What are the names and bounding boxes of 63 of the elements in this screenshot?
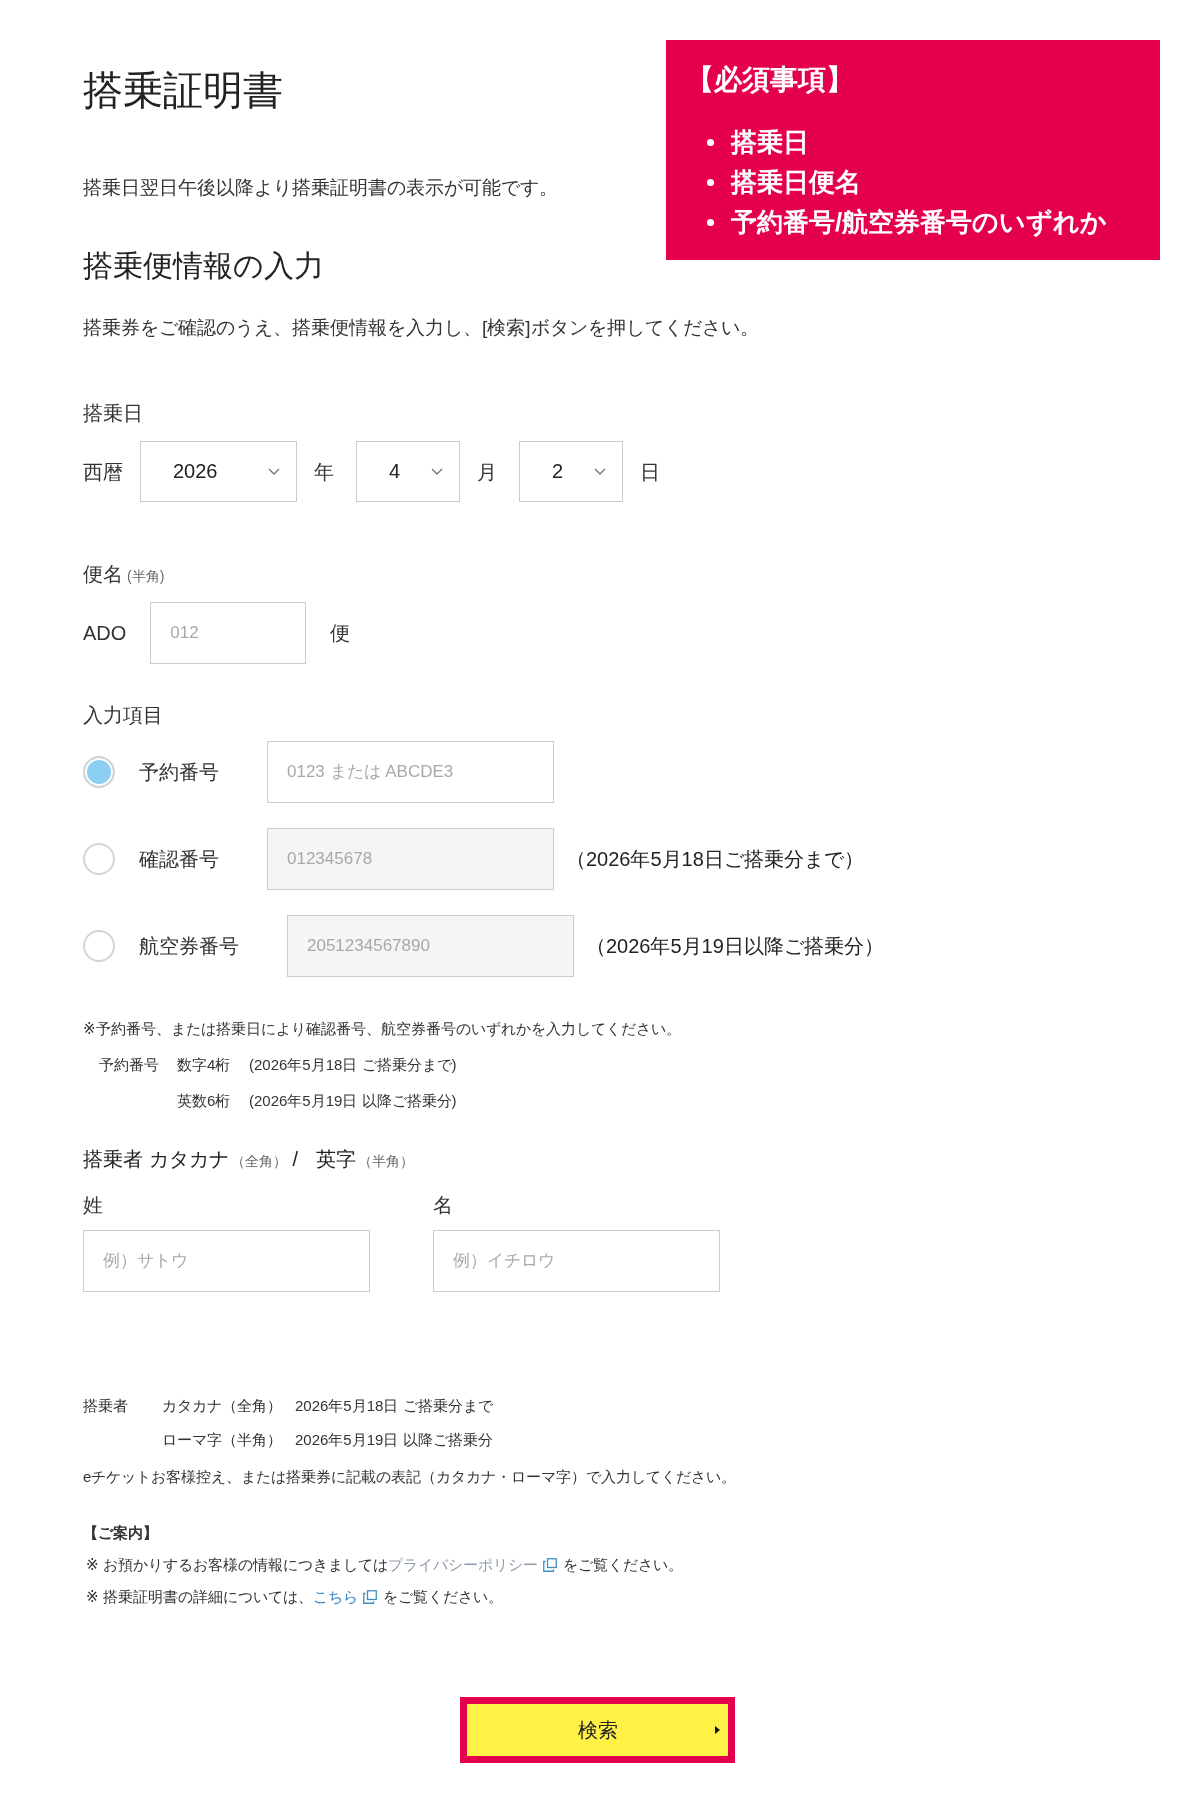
period-note: （2026年5月18日ご搭乗分まで）	[566, 847, 864, 872]
panel-heading: 【必須事項】	[686, 63, 855, 97]
field-label: 搭乗日	[83, 401, 144, 426]
chevron-down-icon	[431, 468, 443, 475]
page-title: 搭乗証明書	[83, 67, 283, 114]
text-link[interactable]: こちら	[312, 1588, 377, 1605]
passenger-heading: 搭乗者 カタカナ（全角） / 英字（半角）	[83, 1147, 416, 1172]
chevron-down-icon	[268, 468, 280, 475]
search-button[interactable]: 検索	[460, 1697, 735, 1763]
field-label: 名	[433, 1193, 454, 1218]
field-label: 入力項目	[83, 703, 164, 728]
number-field[interactable]: 012345678	[267, 828, 554, 890]
guidance-text: ※ 搭乗証明書の詳細については、こちら をご覧ください。	[86, 1587, 504, 1607]
format-note: 英数6桁	[177, 1091, 232, 1111]
name-field[interactable]: 例）イチロウ	[433, 1230, 720, 1292]
unit-label: 月	[477, 459, 497, 485]
bullet-icon	[707, 138, 714, 146]
script-note: カタカナ（全角）	[162, 1396, 283, 1416]
guidance-heading: 【ご案内】	[83, 1523, 159, 1543]
caret-right-icon	[715, 1726, 720, 1734]
required-item: 予約番号/航空券番号のいずれか	[731, 206, 1108, 239]
note-label: 予約番号	[99, 1056, 159, 1073]
radio-button[interactable]	[83, 930, 115, 962]
unit-label: 便	[330, 621, 351, 646]
field-label: 姓	[83, 1193, 104, 1218]
format-note: 数字4桁	[177, 1055, 232, 1075]
period-note: (2026年5月19日 以降ご搭乗分)	[249, 1091, 458, 1111]
chevron-down-icon	[594, 468, 606, 475]
bullet-icon	[707, 178, 714, 186]
date-select[interactable]: 2	[519, 441, 623, 502]
radio-button[interactable]	[83, 843, 115, 875]
instruction-text: 搭乗券をご確認のうえ、搭乗便情報を入力し、[検索]ボタンを押してください。	[83, 316, 760, 340]
required-item: 搭乗日便名	[731, 166, 861, 199]
script-note: ローマ字（半角）	[162, 1430, 283, 1450]
unit-label: 年	[314, 459, 334, 485]
date-select[interactable]: 4	[356, 441, 460, 502]
unit-label: 日	[640, 459, 660, 485]
required-item: 搭乗日	[731, 126, 809, 159]
note-label: 搭乗者	[83, 1397, 128, 1414]
radio-button[interactable]	[83, 756, 115, 788]
period-note: （2026年5月19日以降ご搭乗分）	[586, 934, 884, 959]
era-label: 西暦	[83, 459, 123, 485]
option-label: 予約番号	[139, 760, 219, 785]
input-note: ※予約番号、または搭乗日により確認番号、航空券番号のいずれかを入力してください。	[83, 1019, 682, 1039]
availability-note: 搭乗日翌日午後以降より搭乗証明書の表示が可能です。	[83, 176, 558, 200]
airline-code: ADO	[83, 621, 127, 646]
name-field[interactable]: 例）サトウ	[83, 1230, 370, 1292]
period-note: 2026年5月19日 以降ご搭乗分	[295, 1430, 494, 1450]
external-link-icon	[542, 1558, 557, 1572]
bullet-icon	[707, 218, 714, 226]
flight-number-field[interactable]: 012	[150, 602, 307, 664]
period-note: (2026年5月18日 ご搭乗分まで)	[249, 1055, 458, 1075]
passenger-note: eチケットお客様控え、または搭乗券に記載の表記（カタカナ・ローマ字）で入力してください。	[83, 1467, 738, 1487]
number-field[interactable]: 0123 または ABCDE3	[267, 741, 554, 803]
section-title: 搭乗便情報の入力	[83, 248, 324, 284]
date-select[interactable]: 2026	[140, 441, 297, 502]
option-label: 確認番号	[139, 847, 219, 872]
number-field[interactable]: 2051234567890	[287, 915, 574, 977]
period-note: 2026年5月18日 ご搭乗分まで	[295, 1396, 494, 1416]
option-label: 航空券番号	[139, 934, 239, 959]
guidance-text: ※ お預かりするお客様の情報につきましてはプライバシーポリシー をご覧ください。	[86, 1555, 684, 1575]
external-link-icon	[362, 1590, 377, 1604]
field-label: 便名 (半角)	[83, 562, 166, 587]
